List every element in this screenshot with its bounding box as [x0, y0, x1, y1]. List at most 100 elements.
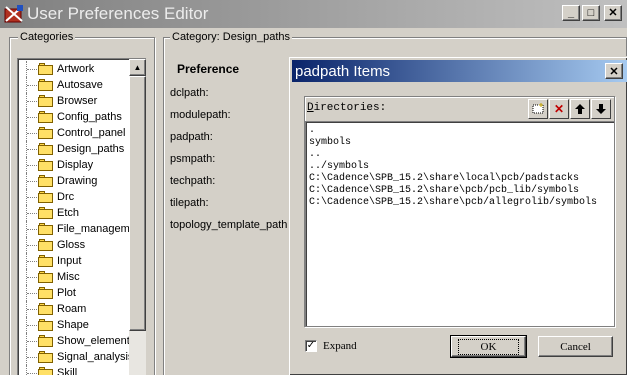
tree-item[interactable]: Drawing — [18, 173, 129, 189]
window-title: User Preferences Editor — [27, 4, 209, 23]
tree-item[interactable]: Drc — [18, 189, 129, 205]
tree-item[interactable]: Artwork — [18, 61, 129, 77]
tree-item[interactable]: Design_paths — [18, 141, 129, 157]
directories-label-rest: irectories: — [313, 102, 387, 114]
close-icon: ✕ — [609, 65, 619, 78]
maximize-button[interactable]: □ — [582, 5, 600, 21]
tree-item-label: Gloss — [57, 239, 86, 251]
directory-entry[interactable]: ../symbols — [309, 161, 611, 173]
folder-icon — [38, 111, 54, 123]
cancel-label: Cancel — [560, 340, 591, 353]
scrollbar-thumb[interactable] — [129, 76, 146, 331]
tree-item[interactable]: Display — [18, 157, 129, 173]
preference-header: Preference — [177, 62, 240, 76]
padpath-dialog: padpath Items ✕ Directories: ✕ . symbols.… — [288, 56, 627, 375]
tree-connector — [18, 93, 38, 109]
tree-item[interactable]: Input — [18, 253, 129, 269]
preference-name[interactable]: dclpath: — [170, 82, 290, 104]
tree-item[interactable]: Misc — [18, 269, 129, 285]
tree-item-label: Artwork — [57, 63, 95, 75]
minimize-button[interactable]: _ — [562, 5, 580, 21]
delete-icon: ✕ — [553, 102, 565, 116]
dialog-close-button[interactable]: ✕ — [605, 63, 623, 79]
preference-name[interactable]: tilepath: — [170, 192, 290, 214]
directories-list[interactable]: . symbols.. ../symbols C:\Cadence\SPB_15.2\… — [305, 121, 614, 326]
delete-entry-button[interactable]: ✕ — [549, 99, 569, 119]
tree-item[interactable]: Show_element — [18, 333, 129, 349]
preference-name[interactable]: padpath: — [170, 126, 290, 148]
tree-item-label: Misc — [57, 271, 80, 283]
tree-item[interactable]: Config_paths — [18, 109, 129, 125]
arrow-down-icon — [596, 104, 606, 114]
tree-connector — [18, 317, 38, 333]
directories-mnemonic: D — [307, 102, 314, 114]
tree-item[interactable]: Gloss — [18, 237, 129, 253]
directory-entry[interactable]: C:\Cadence\SPB_15.2\share\pcb/allegrolib… — [309, 197, 611, 209]
tree-connector — [18, 221, 38, 237]
tree-connector — [18, 285, 38, 301]
tree-connector — [18, 157, 38, 173]
move-down-button[interactable] — [591, 99, 611, 119]
minimize-icon: _ — [567, 6, 575, 19]
ok-button[interactable]: OK — [450, 335, 527, 358]
tree-item-label: Signal_analysis — [57, 351, 129, 363]
ok-label: OK — [457, 338, 520, 355]
close-button[interactable]: ✕ — [604, 5, 622, 21]
folder-icon — [38, 239, 54, 251]
preference-list: dclpath: modulepath: padpath: psmpath: techp… — [170, 82, 290, 236]
new-entry-button[interactable] — [528, 99, 548, 119]
folder-icon — [38, 319, 54, 331]
tree-item[interactable]: Roam — [18, 301, 129, 317]
tree-item[interactable]: Etch — [18, 205, 129, 221]
folder-icon — [38, 143, 54, 155]
folder-icon — [38, 271, 54, 283]
tree-connector — [18, 61, 38, 77]
preference-name[interactable]: psmpath: — [170, 148, 290, 170]
directory-entry[interactable]: C:\Cadence\SPB_15.2\share\pcb/pcb_lib/sy… — [309, 185, 611, 197]
expand-checkbox[interactable]: ✓ — [305, 340, 317, 352]
category-tree[interactable]: Artwork Autosave Browser Config_paths Contro… — [17, 58, 146, 375]
tree-connector — [18, 77, 38, 93]
folder-icon — [38, 63, 54, 75]
close-icon: ✕ — [608, 6, 618, 19]
tree-item-label: Etch — [57, 207, 80, 219]
expand-checkbox-row[interactable]: ✓ Expand — [305, 340, 357, 352]
tree-connector — [18, 109, 38, 125]
tree-item[interactable]: Autosave — [18, 77, 129, 93]
tree-connector — [18, 333, 38, 349]
tree-item[interactable]: Browser — [18, 93, 129, 109]
directory-entry[interactable]: symbols — [309, 137, 611, 149]
tree-item-label: Display — [57, 159, 94, 171]
tree-item[interactable]: Plot — [18, 285, 129, 301]
tree-item-label: Roam — [57, 303, 87, 315]
arrow-up-icon — [575, 104, 585, 114]
directory-entry[interactable]: C:\Cadence\SPB_15.2\share\local\pcb/pads… — [309, 173, 611, 185]
maximize-icon: □ — [587, 6, 595, 19]
check-icon: ✓ — [306, 340, 316, 351]
move-up-button[interactable] — [570, 99, 590, 119]
tree-item-label: Show_element — [57, 335, 129, 347]
directory-entry[interactable]: . — [309, 125, 611, 137]
vertical-scrollbar[interactable]: ▲ — [129, 59, 146, 375]
tree-item-label: Control_panel — [57, 127, 126, 139]
folder-icon — [38, 207, 54, 219]
dialog-title: padpath Items — [295, 62, 391, 80]
preference-name[interactable]: topology_template_path: — [170, 214, 290, 236]
category-label: Category: — [172, 31, 220, 43]
directories-group: Directories: ✕ . symbols.. ../symbols C:\Ca… — [304, 96, 615, 327]
tree-item[interactable]: Control_panel — [18, 125, 129, 141]
tree-connector — [18, 365, 38, 375]
tree-connector — [18, 205, 38, 221]
scroll-up-button[interactable]: ▲ — [129, 59, 146, 76]
app-icon — [3, 3, 25, 25]
directory-entry[interactable]: .. — [309, 149, 611, 161]
tree-item[interactable]: File_managem — [18, 221, 129, 237]
tree-item[interactable]: Signal_analysis — [18, 349, 129, 365]
preference-name[interactable]: techpath: — [170, 170, 290, 192]
tree-item[interactable]: Skill — [18, 365, 129, 375]
cancel-button[interactable]: Cancel — [538, 336, 613, 357]
directories-label: Directories: — [307, 102, 386, 114]
folder-icon — [38, 127, 54, 139]
preference-name[interactable]: modulepath: — [170, 104, 290, 126]
tree-item[interactable]: Shape — [18, 317, 129, 333]
